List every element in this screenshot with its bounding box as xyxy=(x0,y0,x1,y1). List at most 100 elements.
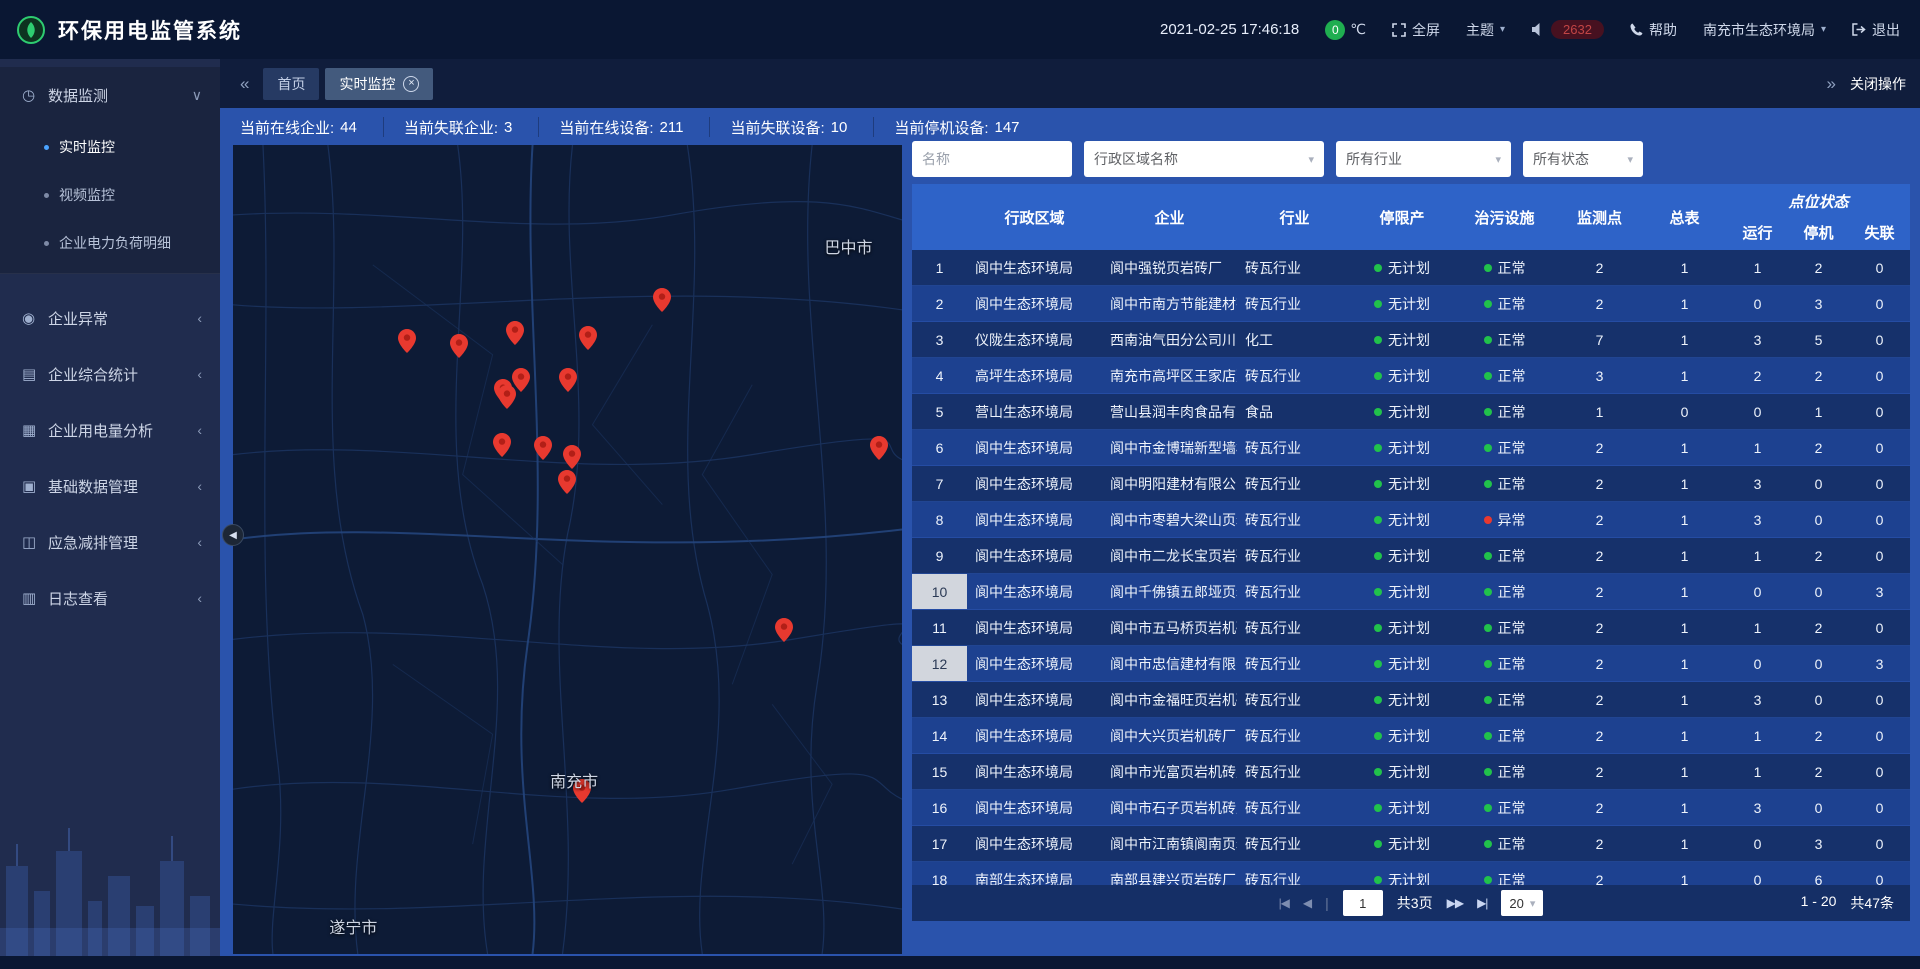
table-row[interactable]: 7 阆中生态环境局 阆中明阳建材有限公司 砖瓦行业 无计划 正常 2 1 3 xyxy=(912,466,1910,502)
cell-facility: 正常 xyxy=(1452,430,1557,465)
sidebar-item-company-statistics[interactable]: ▤ 企业综合统计 ‹ xyxy=(0,346,220,402)
map-pin-icon[interactable] xyxy=(870,436,888,465)
table-row[interactable]: 18 南部生态环境局 南部县建兴页岩砖厂 砖瓦行业 无计划 正常 2 1 0 xyxy=(912,862,1910,885)
page-size-select[interactable]: 20 ▾ xyxy=(1501,890,1543,916)
cell-company: 南充市高坪区王家店建 xyxy=(1102,358,1237,393)
map-pin-icon[interactable] xyxy=(653,288,671,317)
close-icon[interactable]: × xyxy=(403,76,419,92)
map-pin-icon[interactable] xyxy=(559,368,577,397)
logout-button[interactable]: 退出 xyxy=(1852,20,1900,40)
cell-stop: 0 xyxy=(1788,502,1849,537)
status-dot-green xyxy=(1374,372,1382,380)
chevron-left-icon: ‹ xyxy=(197,366,202,382)
cell-limit: 无计划 xyxy=(1352,250,1452,285)
pagination-last-button[interactable]: ▶| xyxy=(1477,896,1487,910)
sidebar-item-label: 数据监测 xyxy=(48,85,192,106)
map[interactable]: 巴中市 南充市 遂宁市 xyxy=(233,145,902,954)
sidebar-item-logs[interactable]: ▥ 日志查看 ‹ xyxy=(0,570,220,626)
region-filter-select[interactable]: 行政区域名称 ▾ xyxy=(1084,141,1324,177)
table-row[interactable]: 4 高坪生态环境局 南充市高坪区王家店建 砖瓦行业 无计划 正常 3 1 2 xyxy=(912,358,1910,394)
table-row[interactable]: 8 阆中生态环境局 阆中市枣碧大梁山页岩 砖瓦行业 无计划 异常 2 1 3 xyxy=(912,502,1910,538)
tab[interactable]: 实时监控 × xyxy=(325,68,433,100)
table-row[interactable]: 3 仪陇生态环境局 西南油气田分公司川中 化工 无计划 正常 7 1 3 xyxy=(912,322,1910,358)
sidebar-subitem[interactable]: 企业电力负荷明细 xyxy=(0,219,220,267)
sidebar-item-data-monitor[interactable]: ◷ 数据监测 ∨ xyxy=(0,67,220,123)
cell-limit: 无计划 xyxy=(1352,826,1452,861)
map-pin-icon[interactable] xyxy=(579,326,597,355)
status-filter-select[interactable]: 所有状态 ▾ xyxy=(1523,141,1643,177)
top-header: 环保用电监管系统 2021-02-25 17:46:18 0 ℃ 全屏 主题 ▾… xyxy=(0,0,1920,59)
cell-industry: 砖瓦行业 xyxy=(1237,754,1352,789)
pagination-first-button[interactable]: |◀ xyxy=(1279,896,1289,910)
table-row[interactable]: 10 阆中生态环境局 阆中千佛镇五郎垭页岩 砖瓦行业 无计划 正常 2 1 0 xyxy=(912,574,1910,610)
emergency-icon: ◫ xyxy=(22,533,48,551)
map-pin-icon[interactable] xyxy=(493,433,511,462)
alerts-button[interactable]: 2632 xyxy=(1531,20,1604,39)
sidebar-item-company-abnormal[interactable]: ◉ 企业异常 ‹ xyxy=(0,290,220,346)
cell-stop: 2 xyxy=(1788,430,1849,465)
table-row[interactable]: 14 阆中生态环境局 阆中大兴页岩机砖厂 砖瓦行业 无计划 正常 2 1 1 xyxy=(912,718,1910,754)
cell-index: 10 xyxy=(912,574,967,609)
fullscreen-button[interactable]: 全屏 xyxy=(1392,20,1440,40)
map-pin-icon[interactable] xyxy=(506,321,524,350)
theme-dropdown[interactable]: 主题 ▾ xyxy=(1466,20,1505,40)
map-pin-icon[interactable] xyxy=(398,329,416,358)
sidebar-item-power-analysis[interactable]: ▦ 企业用电量分析 ‹ xyxy=(0,402,220,458)
org-dropdown[interactable]: 南充市生态环境局 ▾ xyxy=(1703,20,1826,40)
cell-industry: 砖瓦行业 xyxy=(1237,826,1352,861)
tab-label: 首页 xyxy=(277,74,305,94)
industry-filter-select[interactable]: 所有行业 ▾ xyxy=(1336,141,1511,177)
map-pin-icon[interactable] xyxy=(558,470,576,499)
pagination-prev-button[interactable]: ◀ xyxy=(1303,896,1311,910)
table-row[interactable]: 15 阆中生态环境局 阆中市光富页岩机砖厂 砖瓦行业 无计划 正常 2 1 1 xyxy=(912,754,1910,790)
cell-limit: 无计划 xyxy=(1352,718,1452,753)
table-row[interactable]: 11 阆中生态环境局 阆中市五马桥页岩机砖 砖瓦行业 无计划 正常 2 1 1 xyxy=(912,610,1910,646)
sidebar-item-base-data[interactable]: ▣ 基础数据管理 ‹ xyxy=(0,458,220,514)
cell-meters: 0 xyxy=(1642,394,1727,429)
stat-value: 10 xyxy=(831,119,848,136)
table-row[interactable]: 17 阆中生态环境局 阆中市江南镇阆南页岩 砖瓦行业 无计划 正常 2 1 0 xyxy=(912,826,1910,862)
pagination-next-button[interactable]: ▶▶ xyxy=(1447,896,1463,910)
tab-scroll-right-icon[interactable]: » xyxy=(1827,74,1836,94)
map-pin-icon[interactable] xyxy=(534,436,552,465)
notification-count-badge: 2632 xyxy=(1551,20,1604,39)
cell-region: 阆中生态环境局 xyxy=(967,682,1102,717)
sidebar-collapse-button[interactable]: ◀ xyxy=(222,524,244,546)
stat-value: 3 xyxy=(504,119,512,136)
table-row[interactable]: 16 阆中生态环境局 阆中市石子页岩机砖厂 砖瓦行业 无计划 正常 2 1 3 xyxy=(912,790,1910,826)
map-pin-icon[interactable] xyxy=(498,385,516,414)
cell-stop: 2 xyxy=(1788,718,1849,753)
cell-industry: 砖瓦行业 xyxy=(1237,502,1352,537)
page-number-input[interactable] xyxy=(1343,890,1383,916)
sidebar-item-emergency[interactable]: ◫ 应急减排管理 ‹ xyxy=(0,514,220,570)
table-row[interactable]: 2 阆中生态环境局 阆中市南方节能建材有 砖瓦行业 无计划 正常 2 1 0 xyxy=(912,286,1910,322)
tab-scroll-left-icon[interactable]: « xyxy=(240,74,249,94)
chevron-down-icon: ▾ xyxy=(1308,153,1314,166)
bullet-icon xyxy=(44,193,49,198)
sidebar-subitem-label: 实时监控 xyxy=(59,137,115,157)
status-dot-green xyxy=(1374,624,1382,632)
table-row[interactable]: 5 营山生态环境局 营山县润丰肉食品有限 食品 无计划 正常 1 0 0 xyxy=(912,394,1910,430)
table-row[interactable]: 13 阆中生态环境局 阆中市金福旺页岩机砖 砖瓦行业 无计划 正常 2 1 3 xyxy=(912,682,1910,718)
help-label: 帮助 xyxy=(1649,20,1677,40)
map-pin-icon[interactable] xyxy=(775,618,793,647)
cell-lost: 0 xyxy=(1849,538,1910,573)
table-row[interactable]: 6 阆中生态环境局 阆中市金博瑞新型墙材 砖瓦行业 无计划 正常 2 1 1 xyxy=(912,430,1910,466)
total-pages-label: 共3页 xyxy=(1397,893,1433,913)
close-operations-button[interactable]: 关闭操作 xyxy=(1850,74,1906,94)
status-dot xyxy=(1484,336,1492,344)
chevron-left-icon: ‹ xyxy=(197,590,202,606)
name-filter-input[interactable] xyxy=(912,141,1072,177)
cell-index: 4 xyxy=(912,358,967,393)
cell-meters: 1 xyxy=(1642,322,1727,357)
tab[interactable]: 首页 xyxy=(263,68,319,100)
status-dot-green xyxy=(1374,876,1382,884)
map-pin-icon[interactable] xyxy=(450,334,468,363)
help-button[interactable]: 帮助 xyxy=(1630,20,1677,40)
sidebar-subitem[interactable]: 视频监控 xyxy=(0,171,220,219)
table-row[interactable]: 12 阆中生态环境局 阆中市忠信建材有限公 砖瓦行业 无计划 正常 2 1 0 xyxy=(912,646,1910,682)
table-row[interactable]: 9 阆中生态环境局 阆中市二龙长宝页岩砖 砖瓦行业 无计划 正常 2 1 1 xyxy=(912,538,1910,574)
sidebar-subitem[interactable]: 实时监控 xyxy=(0,123,220,171)
app-root: 环保用电监管系统 2021-02-25 17:46:18 0 ℃ 全屏 主题 ▾… xyxy=(0,0,1920,969)
table-row[interactable]: 1 阆中生态环境局 阆中强锐页岩砖厂 砖瓦行业 无计划 正常 2 1 1 xyxy=(912,250,1910,286)
